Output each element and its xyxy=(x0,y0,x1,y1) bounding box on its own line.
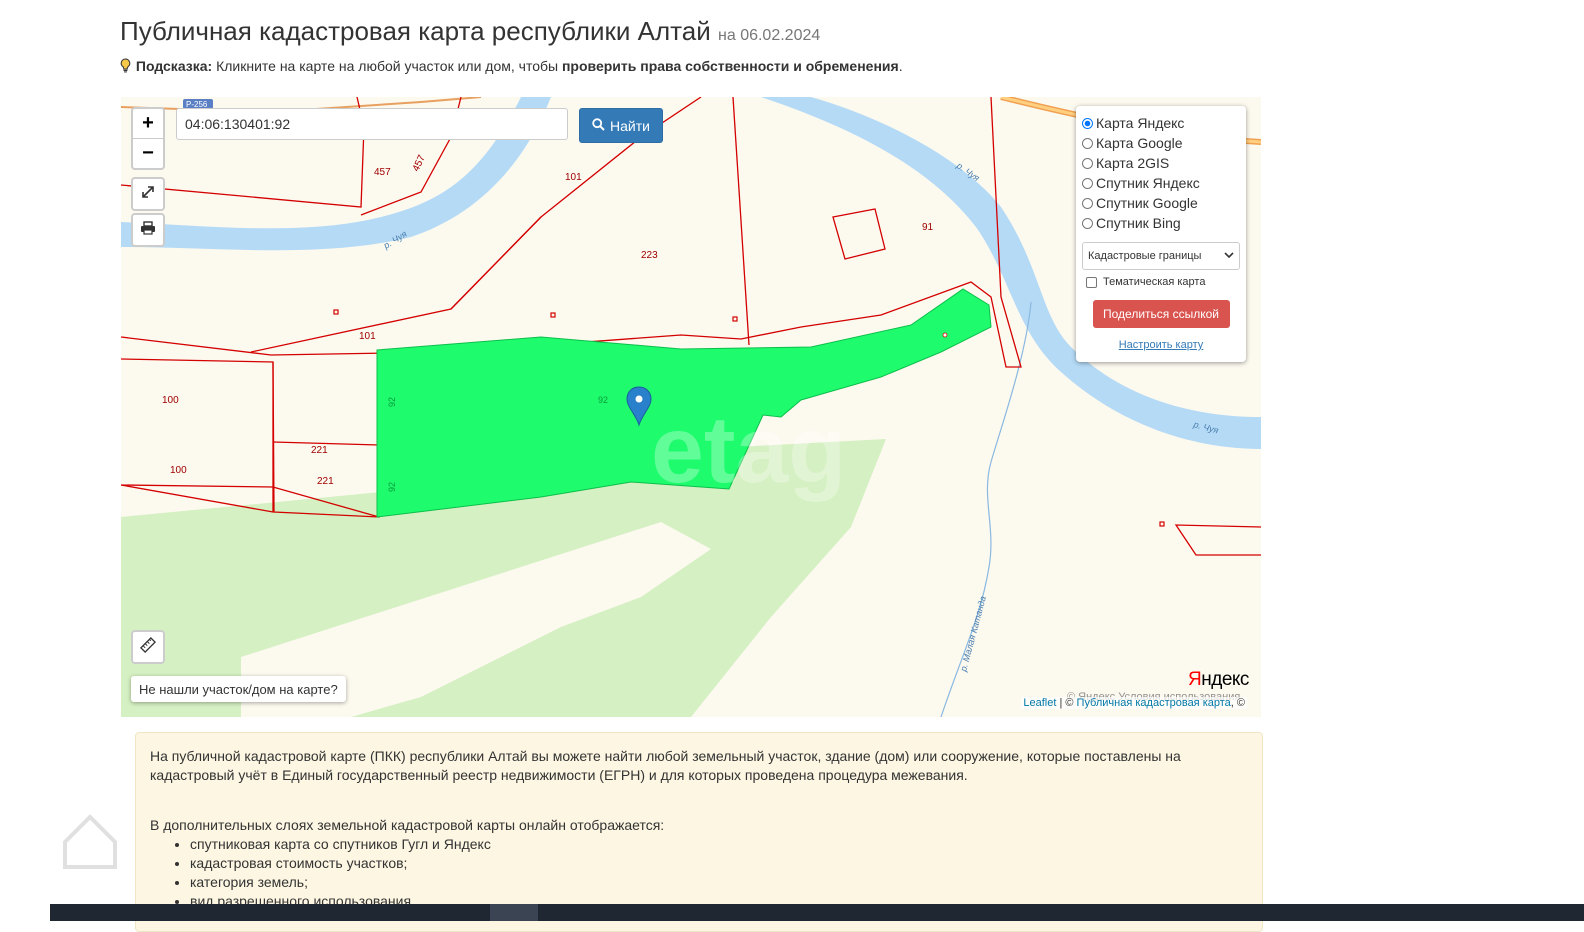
layer-option-yandex-map[interactable]: Карта Яндекс xyxy=(1082,113,1246,133)
layer-option-label: Карта Яндекс xyxy=(1096,115,1185,131)
zoom-in-button[interactable]: + xyxy=(133,109,163,138)
radio[interactable] xyxy=(1082,217,1093,229)
not-found-button[interactable]: Не нашли участок/дом на карте? xyxy=(131,676,346,702)
info-list: спутниковая карта со спутников Гугл и Ян… xyxy=(150,835,1248,911)
expand-icon xyxy=(141,185,155,204)
cadastral-search-input[interactable] xyxy=(176,108,568,140)
radio[interactable] xyxy=(1082,157,1093,169)
lightbulb-icon xyxy=(120,58,132,76)
setup-map-link[interactable]: Настроить карту xyxy=(1076,339,1246,351)
taskbar-tab[interactable] xyxy=(490,904,538,921)
parcel-label-4: 223 xyxy=(641,250,658,261)
radio-selected[interactable] xyxy=(1082,117,1093,129)
zoom-out-button[interactable]: − xyxy=(133,138,163,168)
parcel-label-8: 100 xyxy=(170,465,187,476)
info-paragraph-1: На публичной кадастровой карте (ПКК) рес… xyxy=(150,748,1181,783)
yandex-logo-rest: ндекс xyxy=(1201,669,1249,690)
layer-option-label: Спутник Google xyxy=(1096,195,1198,211)
layer-option-2gis-map[interactable]: Карта 2GIS xyxy=(1082,153,1246,173)
parcel-label-5: 91 xyxy=(922,222,934,233)
taskbar xyxy=(50,904,1584,921)
page-title: Публичная кадастровая карта республики А… xyxy=(120,16,820,47)
share-link-button[interactable]: Поделиться ссылкой xyxy=(1092,300,1230,328)
chevron-down-icon xyxy=(1224,250,1234,262)
find-button[interactable]: Найти xyxy=(579,108,663,143)
hint-label: Подсказка: xyxy=(135,58,213,74)
parcel-label-10: 221 xyxy=(317,476,334,487)
parcel-label-3: 101 xyxy=(565,172,582,183)
title-text: Публичная кадастровая карта республики А… xyxy=(120,16,711,46)
parcel-label-7: 100 xyxy=(162,395,179,406)
layer-option-label: Спутник Яндекс xyxy=(1096,175,1200,191)
overlay-select-value: Кадастровые границы xyxy=(1088,250,1202,262)
radio[interactable] xyxy=(1082,177,1093,189)
layers-panel: Карта Яндекс Карта Google Карта 2GIS Спу… xyxy=(1076,106,1246,362)
layer-option-google-satellite[interactable]: Спутник Google xyxy=(1082,193,1246,213)
list-item: спутниковая карта со спутников Гугл и Ян… xyxy=(190,835,1248,854)
radio[interactable] xyxy=(1082,197,1093,209)
layer-option-label: Спутник Bing xyxy=(1096,215,1181,231)
parcel-label-2: 457 xyxy=(411,153,428,173)
layer-option-yandex-satellite[interactable]: Спутник Яндекс xyxy=(1082,173,1246,193)
ruler-icon xyxy=(140,636,156,658)
info-panel: На публичной кадастровой карте (ПКК) рес… xyxy=(135,732,1263,932)
river-label-4: р. Малая Катанда xyxy=(958,595,988,673)
watermark-text: etag xyxy=(651,397,846,503)
cadastral-map[interactable]: etag 457 457 101 223 91 101 100 100 221 … xyxy=(121,97,1261,717)
hint-text: Кликните на карте на любой участок или д… xyxy=(216,58,559,74)
list-item: категория земель; xyxy=(190,873,1248,892)
print-button[interactable] xyxy=(131,213,165,247)
map-attribution: Leaflet | © Публичная кадастровая карта,… xyxy=(1021,697,1247,709)
overlay-select[interactable]: Кадастровые границы xyxy=(1082,242,1240,270)
search-icon xyxy=(592,117,605,134)
yandex-logo-y: Я xyxy=(1188,669,1202,690)
layer-option-label: Карта Google xyxy=(1096,135,1183,151)
date-prefix: на xyxy=(718,27,736,44)
layer-option-google-map[interactable]: Карта Google xyxy=(1082,133,1246,153)
layer-option-label: Карта 2GIS xyxy=(1096,155,1170,171)
pkk-link[interactable]: Публичная кадастровая карта xyxy=(1077,697,1231,709)
find-button-label: Найти xyxy=(610,117,650,134)
thematic-map-checkbox[interactable]: Тематическая карта xyxy=(1086,276,1246,288)
attribution-end: , © xyxy=(1230,697,1245,709)
parcel-label-11: 92 xyxy=(387,397,397,407)
parcel-label-6: 101 xyxy=(359,331,376,342)
site-watermark-icon xyxy=(60,812,120,877)
thematic-map-label: Тематическая карта xyxy=(1103,276,1206,288)
radio[interactable] xyxy=(1082,137,1093,149)
fullscreen-button[interactable] xyxy=(131,177,165,211)
printer-icon xyxy=(140,220,156,240)
date-value: 06.02.2024 xyxy=(740,27,821,44)
hint-bold: проверить права собственности и обремене… xyxy=(561,58,899,74)
ruler-button[interactable] xyxy=(131,630,165,664)
parcel-label-1: 457 xyxy=(374,167,391,178)
info-paragraph-2: В дополнительных слоях земельной кадастр… xyxy=(150,817,665,833)
checkbox[interactable] xyxy=(1086,276,1097,288)
list-item: кадастровая стоимость участков; xyxy=(190,854,1248,873)
hint: Подсказка: Кликните на карте на любой уч… xyxy=(120,58,903,76)
layer-option-bing-satellite[interactable]: Спутник Bing xyxy=(1082,213,1246,233)
title-date: на 06.02.2024 xyxy=(718,27,820,44)
hint-end: . xyxy=(898,58,903,74)
yandex-logo: Яндекс xyxy=(1188,669,1249,691)
parcel-label-9: 221 xyxy=(311,445,328,456)
leaflet-link[interactable]: Leaflet xyxy=(1023,697,1056,709)
parcel-label-13: 92 xyxy=(387,482,397,492)
parcel-label-12: 92 xyxy=(598,395,608,405)
zoom-control: + − xyxy=(131,107,165,170)
attribution-separator: | © xyxy=(1059,697,1074,709)
